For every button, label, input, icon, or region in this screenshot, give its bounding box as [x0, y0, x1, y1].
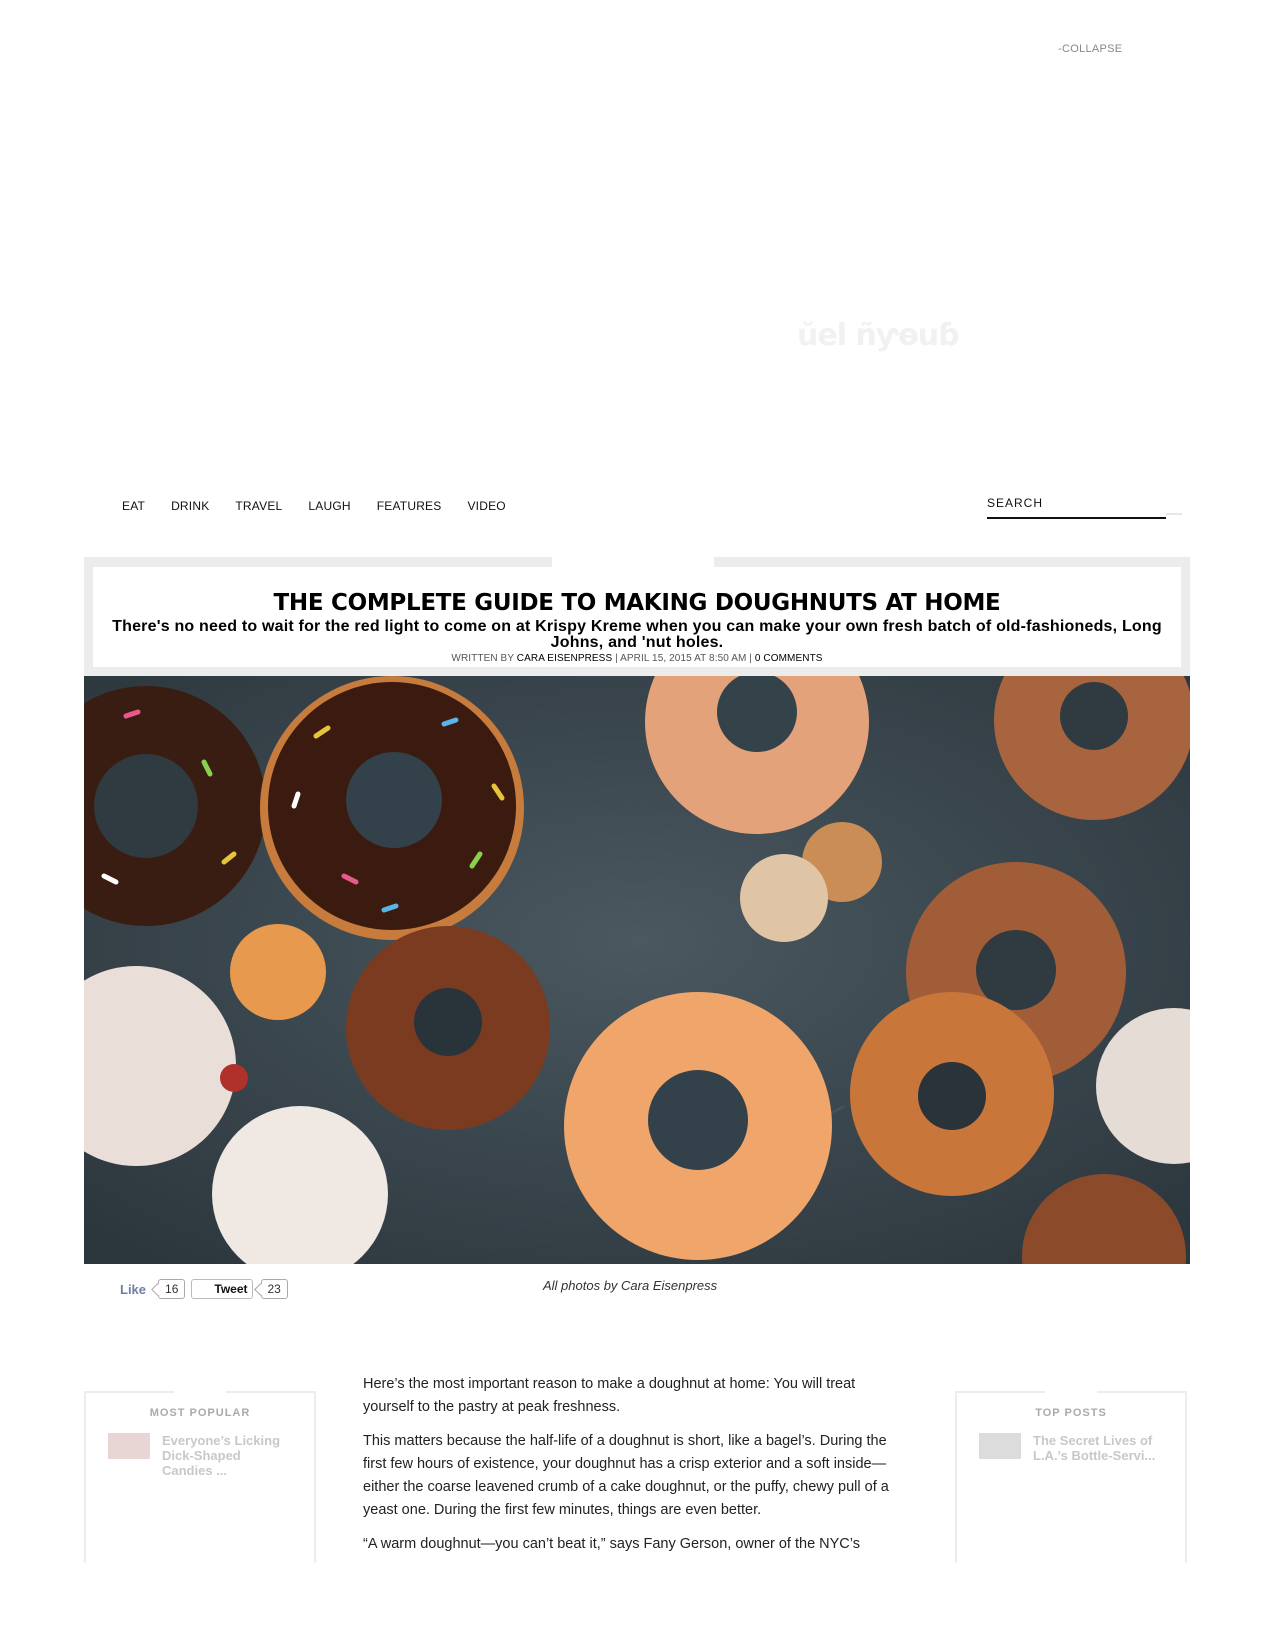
nav-item-eat[interactable]: EAT	[122, 499, 145, 513]
tweet-button[interactable]: Tweet	[191, 1279, 253, 1299]
comments-link[interactable]: 0 COMMENTS	[755, 653, 823, 664]
nav-item-video[interactable]: VIDEO	[467, 499, 505, 513]
widget-notch	[174, 1391, 226, 1394]
most-popular-item-title[interactable]: Everyone’s Licking Dick-Shaped Candies .…	[162, 1433, 288, 1478]
nav-item-travel[interactable]: TRAVEL	[235, 499, 282, 513]
article-title: THE COMPLETE GUIDE TO MAKING DOUGHNUTS A…	[273, 590, 1001, 616]
most-popular-widget: MOST POPULAR Everyone’s Licking Dick-Sha…	[84, 1391, 316, 1563]
header-frame-notch	[552, 557, 714, 567]
top-posts-item[interactable]: The Secret Lives of L.A.’s Bottle-Servi.…	[979, 1433, 1185, 1463]
search-box	[987, 494, 1166, 519]
article-subtitle: There's no need to wait for the red ligh…	[112, 618, 1162, 651]
photo-caption: All photos by Cara Eisenpress	[543, 1278, 718, 1293]
byline-written-by: WRITTEN BY	[451, 653, 514, 664]
nav-item-features[interactable]: FEATURES	[377, 499, 442, 513]
nav-item-drink[interactable]: DRINK	[171, 499, 209, 513]
byline: WRITTEN BY CARA EISENPRESS | APRIL 15, 2…	[93, 653, 1181, 664]
most-popular-thumbnail[interactable]	[108, 1433, 150, 1459]
most-popular-heading: MOST POPULAR	[149, 1407, 251, 1419]
nav-item-laugh[interactable]: LAUGH	[308, 499, 350, 513]
doughnuts-photo	[84, 676, 1190, 1264]
body-paragraph: Here’s the most important reason to make…	[363, 1376, 856, 1415]
body-paragraph: This matters because the half-life of a …	[363, 1433, 889, 1518]
like-count: 16	[158, 1279, 186, 1299]
top-posts-item-title[interactable]: The Secret Lives of L.A.’s Bottle-Servi.…	[1033, 1433, 1159, 1463]
search-input[interactable]	[987, 496, 1157, 510]
article-header: THE COMPLETE GUIDE TO MAKING DOUGHNUTS A…	[93, 567, 1181, 667]
widget-notch	[1045, 1391, 1097, 1394]
byline-date: | APRIL 15, 2015 AT 8:50 AM |	[615, 653, 752, 664]
hero-image	[84, 676, 1190, 1264]
most-popular-item[interactable]: Everyone’s Licking Dick-Shaped Candies .…	[108, 1433, 314, 1478]
tweet-count: 23	[260, 1279, 288, 1299]
facebook-like-button[interactable]: Like	[120, 1282, 146, 1297]
article-body: Here’s the most important reason to make…	[363, 1373, 893, 1567]
site-logo[interactable]: ŭel ñƴɵuɓ	[797, 318, 960, 353]
author-link[interactable]: CARA EISENPRESS	[517, 653, 612, 664]
body-paragraph: “A warm doughnut—you can’t beat it,” say…	[363, 1536, 860, 1552]
top-posts-widget: TOP POSTS The Secret Lives of L.A.’s Bot…	[955, 1391, 1187, 1563]
social-bar: Like 16 Tweet 23	[120, 1279, 288, 1299]
top-posts-heading: TOP POSTS	[1035, 1407, 1107, 1419]
top-posts-thumbnail[interactable]	[979, 1433, 1021, 1459]
main-nav: EAT DRINK TRAVEL LAUGH FEATURES VIDEO	[122, 499, 532, 513]
search-underline-shadow	[1166, 513, 1182, 515]
collapse-link[interactable]: -COLLAPSE	[1058, 43, 1122, 55]
